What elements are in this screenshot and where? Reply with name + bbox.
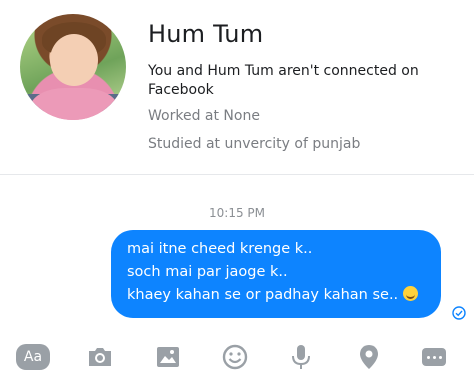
message-timestamp: 10:15 PM: [209, 206, 265, 220]
text-input-button[interactable]: Aa: [16, 344, 50, 370]
camera-icon: [89, 348, 111, 366]
more-button[interactable]: [422, 348, 446, 366]
profile-header: Hum Tum You and Hum Tum aren't connected…: [0, 0, 474, 172]
work-info: Worked at None: [148, 108, 260, 124]
location-icon: [360, 345, 378, 369]
emoji-icon: [222, 344, 248, 370]
more-dot: [439, 356, 442, 359]
composer-toolbar: Aa: [0, 336, 474, 380]
microphone-button[interactable]: [283, 342, 319, 372]
more-dot: [433, 356, 436, 359]
more-dot: [427, 356, 430, 359]
message-line: mai itne cheed krenge k..: [127, 241, 313, 257]
location-button[interactable]: [351, 342, 387, 372]
emoji-button[interactable]: [217, 342, 253, 372]
avatar-shirt: [30, 88, 118, 120]
message-line: khaey kahan se or padhay kahan se..: [127, 284, 427, 307]
connection-status: You and Hum Tum aren't connected on Face…: [148, 63, 419, 98]
profile-avatar[interactable]: [20, 14, 126, 120]
gallery-icon: [157, 347, 179, 367]
message-line: soch mai par jaoge k..: [127, 264, 288, 280]
avatar-face: [50, 34, 98, 86]
seen-check-icon: [452, 306, 466, 320]
education-info: Studied at unvercity of punjab: [148, 136, 361, 152]
message-line-text: khaey kahan se or padhay kahan se..: [127, 287, 399, 303]
section-divider: [0, 174, 474, 175]
gallery-button[interactable]: [150, 342, 186, 372]
profile-name[interactable]: Hum Tum: [148, 20, 263, 48]
sent-message-bubble[interactable]: mai itne cheed krenge k.. soch mai par j…: [111, 230, 441, 318]
microphone-icon: [292, 345, 310, 369]
camera-button[interactable]: [82, 342, 118, 372]
laughing-emoji-icon: [403, 286, 419, 301]
